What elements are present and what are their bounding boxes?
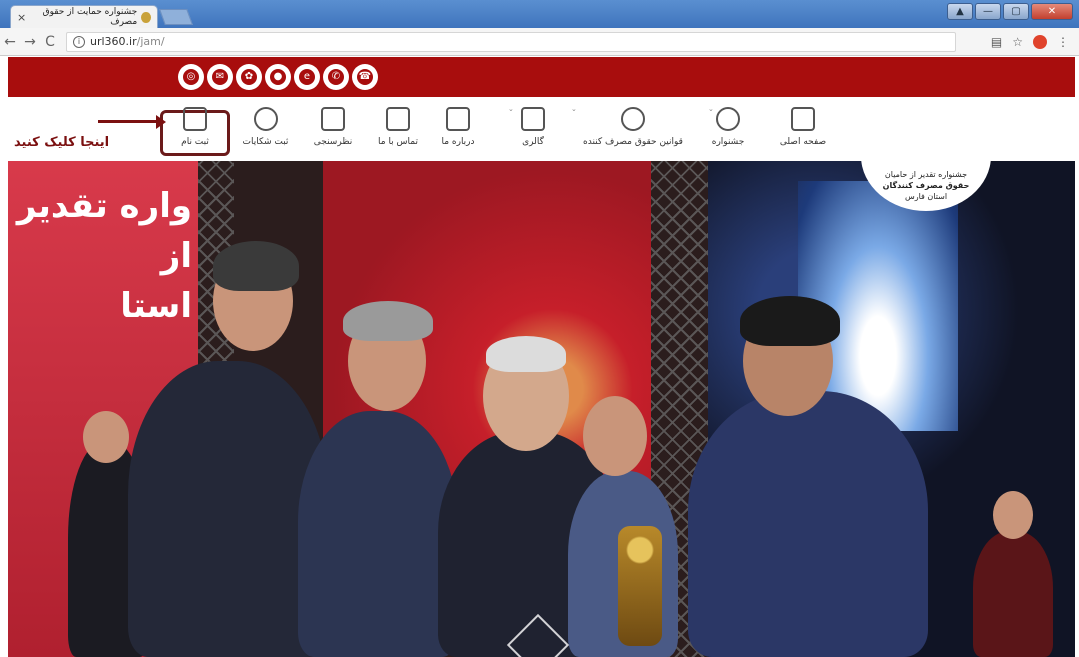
logo-line: جشنواره تقدیر از حامیان <box>884 170 968 179</box>
info-icon[interactable]: i <box>73 35 85 48</box>
hero-image: واره تقدیر از استا جشنواره تقدیر از حامی… <box>8 161 1075 657</box>
person-hair <box>343 301 433 341</box>
menu-item-gallery[interactable]: گالری <box>508 107 558 147</box>
menu-item-home[interactable]: صفحه اصلی <box>768 107 838 147</box>
main-menu: صفحه اصلی ⌄ جشنواره ⌄ قوانین حقوق مصرف ک… <box>8 97 1075 161</box>
complaints-icon <box>253 107 278 131</box>
url-path: /jam/ <box>136 35 165 48</box>
menu-item-complaints[interactable]: ثبت شکایات <box>233 107 298 147</box>
browser-tabstrip: جشنواره حمایت از حقوق مصرف × ▲ — ▢ ✕ <box>0 0 1079 28</box>
law-icon <box>621 107 645 131</box>
chevron-down-icon[interactable]: ⌄ <box>571 105 577 113</box>
menu-label: تماس با ما <box>378 137 418 147</box>
contact-icon <box>386 107 410 131</box>
banner-text: استا <box>120 286 192 326</box>
logo-text: جشنواره تقدیر از حامیان حقوق مصرف کنندگا… <box>866 169 986 202</box>
soroush-icon[interactable]: ● <box>265 64 291 90</box>
menu-label: صفحه اصلی <box>779 137 827 147</box>
logo-trophy-icon <box>903 161 947 166</box>
about-icon <box>446 107 470 131</box>
gallery-icon <box>521 107 545 131</box>
menu-item-about[interactable]: درباره ما <box>433 107 483 147</box>
person-head <box>993 491 1033 539</box>
survey-icon <box>321 107 345 131</box>
whatsapp-icon[interactable]: ✆ <box>323 64 349 90</box>
menu-label: نظرسنجی <box>313 137 353 147</box>
logo-line: استان فارس <box>904 192 948 201</box>
menu-icon[interactable]: ⋮ <box>1057 35 1069 49</box>
email-icon[interactable]: ✉ <box>207 64 233 90</box>
person-head <box>583 396 647 476</box>
person-hair <box>740 296 840 346</box>
hint-text: اینجا کلیک کنید <box>14 135 110 150</box>
instagram-icon[interactable]: ◎ <box>178 64 204 90</box>
menu-label: جشنواره <box>711 137 745 147</box>
menu-label: ثبت شکایات <box>242 137 289 147</box>
translate-icon[interactable]: ▤ <box>991 35 1002 49</box>
browser-tab[interactable]: جشنواره حمایت از حقوق مصرف × <box>10 5 158 28</box>
new-tab-button[interactable] <box>159 9 193 25</box>
person-head <box>83 411 129 463</box>
register-icon <box>183 107 207 131</box>
favicon-icon <box>141 11 151 23</box>
forward-button[interactable]: → <box>20 34 40 50</box>
person <box>688 391 928 657</box>
url-field[interactable]: i url360.ir /jam/ <box>66 31 956 52</box>
person-hair <box>486 336 566 372</box>
minimize-button[interactable]: — <box>975 3 1001 20</box>
person-hair <box>213 241 299 291</box>
banner-text: واره تقدیر از <box>16 186 192 276</box>
tab-title: جشنواره حمایت از حقوق مصرف <box>42 7 138 27</box>
menu-label: گالری <box>522 137 544 147</box>
back-button[interactable]: ← <box>0 34 20 50</box>
menu-item-register[interactable]: ثبت نام <box>165 107 225 147</box>
reload-button[interactable]: C <box>40 34 60 50</box>
menu-item-laws[interactable]: قوانین حقوق مصرف کننده <box>578 107 688 147</box>
menu-item-survey[interactable]: نظرسنجی <box>303 107 363 147</box>
menu-label: درباره ما <box>441 137 475 147</box>
web-icon[interactable]: ✿ <box>236 64 262 90</box>
menu-item-festival[interactable]: جشنواره <box>698 107 758 147</box>
url-host: url360.ir <box>90 35 137 48</box>
adblock-icon[interactable] <box>1033 34 1047 49</box>
menu-label: ثبت نام <box>181 137 209 147</box>
trophy-icon <box>618 526 662 646</box>
person <box>973 531 1053 657</box>
menu-label: قوانین حقوق مصرف کننده <box>583 137 683 147</box>
maximize-button[interactable]: ▢ <box>1003 3 1029 20</box>
logo-line: حقوق مصرف کنندگان <box>882 181 970 190</box>
person <box>298 411 458 657</box>
user-icon[interactable]: ▲ <box>947 3 973 20</box>
hint-arrow <box>98 120 160 123</box>
browser-extensions: ▤ ☆ ⋮ <box>991 34 1069 49</box>
eitaa-icon[interactable]: e <box>294 64 320 90</box>
close-window-button[interactable]: ✕ <box>1031 3 1073 20</box>
award-icon <box>716 107 740 131</box>
bookmark-star-icon[interactable]: ☆ <box>1012 35 1023 49</box>
address-bar-row: ← → C i url360.ir /jam/ ▤ ☆ ⋮ <box>0 28 1079 56</box>
menu-item-contact[interactable]: تماس با ما <box>368 107 428 147</box>
arrow-head-icon <box>156 115 166 129</box>
phone-icon[interactable]: ☎ <box>352 64 378 90</box>
window-controls: ▲ — ▢ ✕ <box>947 3 1073 20</box>
home-icon <box>791 107 815 131</box>
social-bar: ◎ ✉ ✿ ● e ✆ ☎ <box>8 57 1075 97</box>
tab-close-icon[interactable]: × <box>17 11 26 24</box>
